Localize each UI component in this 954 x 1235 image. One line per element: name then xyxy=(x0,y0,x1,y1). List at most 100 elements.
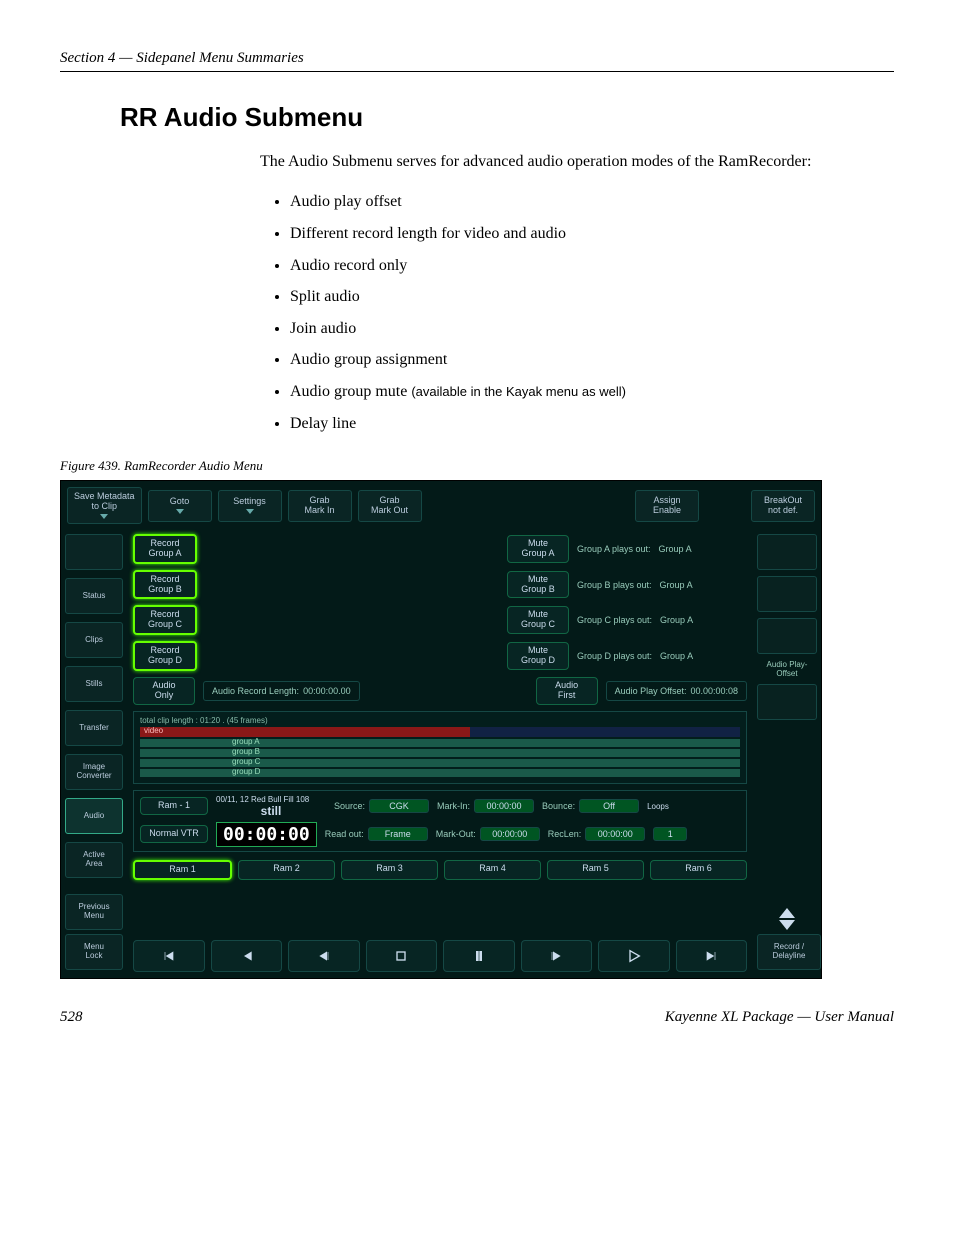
intro-paragraph: The Audio Submenu serves for advanced au… xyxy=(260,151,894,173)
right-slot[interactable] xyxy=(757,618,817,654)
mute-group-d-button[interactable]: MuteGroup D xyxy=(507,642,569,670)
skip-end-button[interactable] xyxy=(676,940,748,972)
markout-value[interactable]: 00:00:00 xyxy=(480,827,540,841)
screenshot-panel: Save Metadatato Clip Goto Settings GrabM… xyxy=(60,480,822,979)
plays-out-value: Group A xyxy=(660,651,693,661)
right-slot[interactable] xyxy=(757,534,817,570)
reclen-label: RecLen: xyxy=(548,829,582,839)
track-group-a xyxy=(140,739,740,747)
section-header: Section 4 — Sidepanel Menu Summaries xyxy=(60,50,894,72)
settings-button[interactable]: Settings xyxy=(218,490,282,522)
nav-stills[interactable]: Stills xyxy=(65,666,123,702)
loops-value[interactable]: 1 xyxy=(653,827,687,841)
save-metadata-button[interactable]: Save Metadatato Clip xyxy=(67,487,142,524)
nav-previous-menu[interactable]: PreviousMenu xyxy=(65,894,123,930)
record-group-b-button[interactable]: RecordGroup B xyxy=(133,570,197,600)
step-forward-icon xyxy=(548,948,564,964)
mute-group-a-button[interactable]: MuteGroup A xyxy=(507,535,569,563)
audio-rec-length-label: Audio Record Length: xyxy=(212,686,299,696)
still-label: still xyxy=(216,804,326,818)
clip-name: 00/11, 12 Red Bull Fill 108 xyxy=(216,795,326,804)
assign-enable-button[interactable]: AssignEnable xyxy=(635,490,699,522)
reclen-value[interactable]: 00:00:00 xyxy=(585,827,645,841)
timecode-display: 00:00:00 xyxy=(216,822,317,847)
audio-first-button[interactable]: AudioFirst xyxy=(536,677,598,705)
bounce-label: Bounce: xyxy=(542,801,575,811)
nav-blank[interactable] xyxy=(65,534,123,570)
skip-start-button[interactable] xyxy=(133,940,205,972)
track-video xyxy=(140,727,740,737)
nav-active-area[interactable]: ActiveArea xyxy=(65,842,123,878)
list-item: Split audio xyxy=(290,284,894,310)
grab-mark-out-button[interactable]: GrabMark Out xyxy=(358,490,422,522)
track-group-b xyxy=(140,749,740,757)
page-title: RR Audio Submenu xyxy=(120,102,894,133)
record-group-d-button[interactable]: RecordGroup D xyxy=(133,641,197,671)
list-item: Different record length for video and au… xyxy=(290,221,894,247)
ram-tabs: Ram 1 Ram 2 Ram 3 Ram 4 Ram 5 Ram 6 xyxy=(133,860,747,880)
mode-button[interactable]: Normal VTR xyxy=(140,825,208,843)
list-item: Join audio xyxy=(290,316,894,342)
timeline-view[interactable]: total clip length : 01:20 . (45 frames) xyxy=(133,711,747,784)
plays-out-value: Group A xyxy=(660,615,693,625)
step-back-icon xyxy=(316,948,332,964)
markin-value[interactable]: 00:00:00 xyxy=(474,799,534,813)
list-item: Audio group mute (available in the Kayak… xyxy=(290,379,894,405)
status-block: Ram - 1 00/11, 12 Red Bull Fill 108 stil… xyxy=(133,790,747,852)
nav-transfer[interactable]: Transfer xyxy=(65,710,123,746)
tab-ram-2[interactable]: Ram 2 xyxy=(238,860,335,880)
right-slot[interactable] xyxy=(757,576,817,612)
nav-status[interactable]: Status xyxy=(65,578,123,614)
mute-group-c-button[interactable]: MuteGroup C xyxy=(507,606,569,634)
markin-label: Mark-In: xyxy=(437,801,470,811)
mute-group-b-button[interactable]: MuteGroup B xyxy=(507,571,569,599)
skip-end-icon xyxy=(703,948,719,964)
bounce-value[interactable]: Off xyxy=(579,799,639,813)
nav-image-converter[interactable]: ImageConverter xyxy=(65,754,123,790)
ram-selector[interactable]: Ram - 1 xyxy=(140,797,208,815)
list-item: Audio record only xyxy=(290,253,894,279)
tab-ram-6[interactable]: Ram 6 xyxy=(650,860,747,880)
skip-start-icon xyxy=(161,948,177,964)
track-group-c xyxy=(140,759,740,767)
chevron-down-icon xyxy=(779,920,795,930)
figure-caption: Figure 439. RamRecorder Audio Menu xyxy=(60,458,894,474)
step-forward-button[interactable] xyxy=(521,940,593,972)
grab-mark-in-button[interactable]: GrabMark In xyxy=(288,490,352,522)
breakout-button[interactable]: BreakOutnot def. xyxy=(751,490,815,522)
tab-ram-3[interactable]: Ram 3 xyxy=(341,860,438,880)
menu-lock-button[interactable]: MenuLock xyxy=(65,934,123,970)
goto-button[interactable]: Goto xyxy=(148,490,212,522)
audio-play-offset-label: Audio Play Offset: xyxy=(615,686,687,696)
audio-play-offset-slider-label: Audio Play-Offset xyxy=(757,660,817,678)
up-down-stepper[interactable] xyxy=(757,908,817,930)
source-value[interactable]: CGK xyxy=(369,799,429,813)
nav-clips[interactable]: Clips xyxy=(65,622,123,658)
right-slot[interactable] xyxy=(757,684,817,720)
plays-out-value: Group A xyxy=(660,580,693,590)
nav-audio[interactable]: Audio xyxy=(65,798,123,834)
readout-value[interactable]: Frame xyxy=(368,827,428,841)
record-delayline-button[interactable]: Record /Delayline xyxy=(757,934,821,970)
rewind-button[interactable] xyxy=(211,940,283,972)
tab-ram-5[interactable]: Ram 5 xyxy=(547,860,644,880)
tab-ram-4[interactable]: Ram 4 xyxy=(444,860,541,880)
pause-icon xyxy=(471,948,487,964)
source-label: Source: xyxy=(334,801,365,811)
tab-ram-1[interactable]: Ram 1 xyxy=(133,860,232,880)
play-icon xyxy=(626,948,642,964)
record-group-c-button[interactable]: RecordGroup C xyxy=(133,605,197,635)
pause-button[interactable] xyxy=(443,940,515,972)
audio-only-button[interactable]: AudioOnly xyxy=(133,677,195,705)
rewind-icon xyxy=(238,948,254,964)
plays-out-value: Group A xyxy=(659,544,692,554)
stop-button[interactable] xyxy=(366,940,438,972)
footer-manual-name: Kayenne XL Package — User Manual xyxy=(665,1009,894,1026)
left-nav: Status Clips Stills Transfer ImageConver… xyxy=(61,530,127,934)
markout-label: Mark-Out: xyxy=(436,829,476,839)
transport-bar xyxy=(127,934,753,978)
feature-list: Audio play offset Different record lengt… xyxy=(260,189,894,436)
step-back-button[interactable] xyxy=(288,940,360,972)
play-button[interactable] xyxy=(598,940,670,972)
record-group-a-button[interactable]: RecordGroup A xyxy=(133,534,197,564)
